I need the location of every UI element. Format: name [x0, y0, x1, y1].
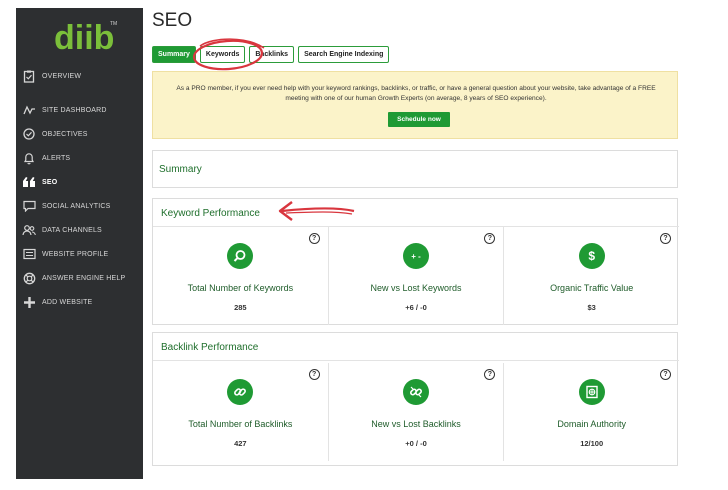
sidebar-item-website-profile[interactable]: WEBSITE PROFILE	[16, 242, 143, 266]
help-icon[interactable]: ?	[660, 233, 672, 244]
list-icon	[22, 247, 36, 261]
sidebar-item-label: ANSWER ENGINE HELP	[42, 274, 126, 282]
link-icon	[227, 379, 254, 405]
quote-icon	[22, 175, 36, 189]
metric-label: Total Number of Keywords	[187, 283, 294, 293]
keyword-metrics: ? Total Number of Keywords 285 ? + - New…	[153, 227, 679, 325]
clipboard-icon	[22, 69, 36, 83]
backlink-performance-heading: Backlink Performance	[161, 342, 259, 353]
metric-label: Organic Traffic Value	[550, 283, 634, 293]
notice-text: As a PRO member, if you ever need help w…	[176, 85, 656, 102]
users-icon	[22, 223, 36, 237]
metric-domain-authority: ? Domain Authority 12/100	[504, 363, 679, 461]
dollar-glyph: $	[588, 249, 596, 263]
metric-total-keywords: ? Total Number of Keywords 285	[153, 227, 329, 325]
page-title: SEO	[152, 10, 193, 31]
metric-label: Total Number of Backlinks	[188, 419, 293, 429]
metric-value: $3	[587, 303, 596, 312]
app-window: diib TM OVERVIEW SITE DASHBOARD OBJECTIV…	[0, 0, 728, 490]
sidebar-item-label: WEBSITE PROFILE	[42, 250, 109, 258]
keyword-performance-card: Keyword Performance ? Total Number of Ke…	[152, 198, 679, 325]
metric-value: +0 / -0	[405, 439, 427, 448]
sidebar-item-label: ADD WEBSITE	[42, 298, 93, 306]
main-content: SEO Summary Keywords Backlinks Search En…	[143, 0, 728, 490]
globe-page-icon	[578, 379, 605, 405]
metric-value: 285	[234, 303, 247, 312]
chat-icon	[22, 199, 36, 213]
sidebar-item-alerts[interactable]: ALERTS	[16, 146, 143, 170]
metric-value: 427	[234, 439, 247, 448]
sidebar-item-label: SOCIAL ANALYTICS	[42, 202, 111, 210]
metric-label: New vs Lost Backlinks	[371, 419, 461, 429]
sidebar-item-label: OBJECTIVES	[42, 130, 88, 138]
sidebar: diib TM OVERVIEW SITE DASHBOARD OBJECTIV…	[16, 8, 143, 479]
metric-value: 12/100	[580, 439, 604, 448]
svg-text:diib: diib	[54, 19, 114, 54]
check-circle-icon	[22, 127, 36, 141]
sidebar-item-label: DATA CHANNELS	[42, 226, 102, 234]
summary-card[interactable]: Summary	[152, 150, 678, 188]
broken-link-icon	[403, 379, 429, 405]
search-icon	[227, 243, 254, 269]
dollar-icon: $	[578, 243, 605, 269]
sidebar-nav: OVERVIEW SITE DASHBOARD OBJECTIVES ALERT…	[16, 64, 143, 314]
keyword-performance-heading: Keyword Performance	[161, 208, 260, 219]
metric-new-vs-lost-backlinks: ? New vs Lost Backlinks +0 / -0	[329, 363, 505, 461]
sidebar-item-objectives[interactable]: OBJECTIVES	[16, 122, 143, 146]
plus-minus-icon: + -	[403, 243, 429, 269]
sidebar-item-site-dashboard[interactable]: SITE DASHBOARD	[16, 98, 143, 122]
tab-search-engine-indexing[interactable]: Search Engine Indexing	[298, 46, 390, 63]
bell-icon	[22, 151, 36, 165]
tab-keywords[interactable]: Keywords	[199, 46, 246, 63]
lifebuoy-icon	[22, 271, 36, 285]
backlink-metrics: ? Total Number of Backlinks 427 ? New vs…	[153, 363, 679, 461]
schedule-now-button[interactable]: Schedule now	[388, 112, 450, 127]
sidebar-item-label: ALERTS	[42, 154, 71, 162]
backlink-performance-header: Backlink Performance	[153, 333, 679, 361]
summary-heading: Summary	[159, 164, 202, 175]
sidebar-item-answer-engine-help[interactable]: ANSWER ENGINE HELP	[16, 266, 143, 290]
sidebar-item-data-channels[interactable]: DATA CHANNELS	[16, 218, 143, 242]
sidebar-item-overview[interactable]: OVERVIEW	[16, 64, 143, 88]
tab-summary[interactable]: Summary	[152, 46, 196, 63]
sidebar-item-seo[interactable]: SEO	[16, 170, 143, 194]
help-icon[interactable]: ?	[660, 369, 672, 380]
metric-new-vs-lost-keywords: ? + - New vs Lost Keywords +6 / -0	[329, 227, 505, 325]
help-icon[interactable]: ?	[308, 369, 320, 380]
metric-total-backlinks: ? Total Number of Backlinks 427	[153, 363, 329, 461]
metric-organic-traffic-value: ? $ Organic Traffic Value $3	[504, 227, 679, 325]
sidebar-item-social-analytics[interactable]: SOCIAL ANALYTICS	[16, 194, 143, 218]
help-icon[interactable]: ?	[308, 233, 320, 244]
tab-backlinks[interactable]: Backlinks	[249, 46, 295, 63]
svg-text:TM: TM	[110, 21, 117, 27]
help-icon[interactable]: ?	[484, 233, 496, 244]
backlink-performance-card: Backlink Performance ? Total Number of B…	[152, 332, 679, 466]
metric-label: New vs Lost Keywords	[370, 283, 462, 293]
sidebar-item-add-website[interactable]: ADD WEBSITE	[16, 290, 143, 314]
pulse-icon	[22, 103, 36, 117]
plus-minus-glyph: + -	[411, 251, 421, 261]
metric-value: +6 / -0	[405, 303, 427, 312]
sidebar-item-label: SITE DASHBOARD	[42, 106, 107, 114]
pro-notice-banner: As a PRO member, if you ever need help w…	[152, 71, 678, 139]
keyword-performance-header: Keyword Performance	[153, 199, 679, 227]
diib-logo[interactable]: diib TM	[52, 16, 122, 57]
help-icon[interactable]: ?	[484, 369, 496, 380]
sidebar-item-label: SEO	[42, 178, 58, 186]
plus-icon	[22, 295, 36, 309]
tab-bar: Summary Keywords Backlinks Search Engine…	[152, 46, 390, 63]
sidebar-item-label: OVERVIEW	[42, 72, 82, 80]
metric-label: Domain Authority	[557, 419, 626, 429]
